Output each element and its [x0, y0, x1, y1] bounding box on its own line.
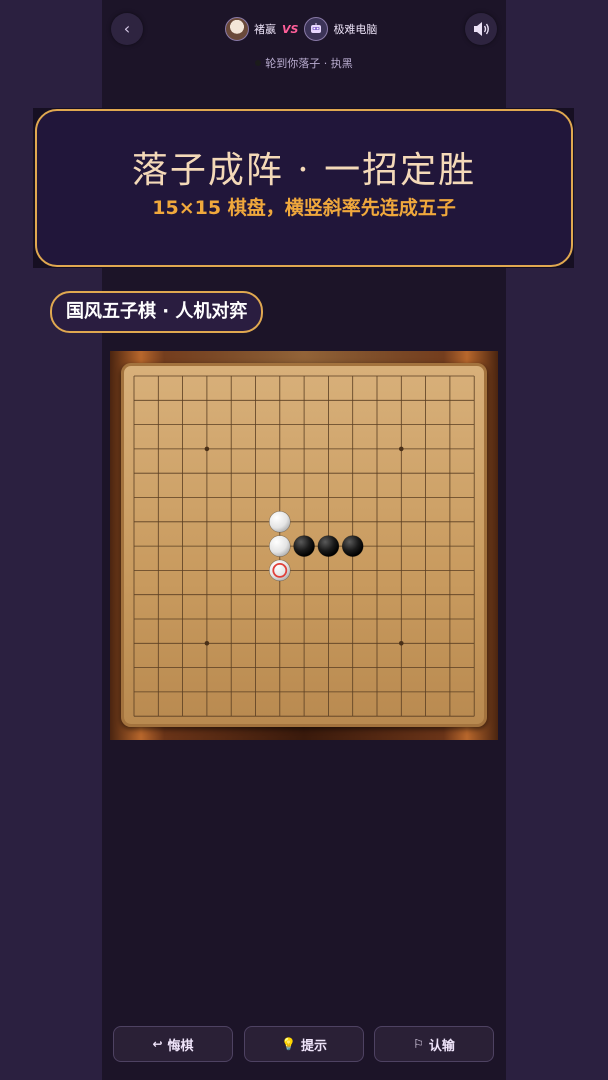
- opponent-name: 极难电脑: [333, 23, 378, 36]
- resign-label: 认输: [428, 1038, 455, 1054]
- star-point: [204, 641, 210, 646]
- star-point: [399, 446, 404, 452]
- robot-avatar: [304, 17, 329, 41]
- flag-icon: ⚐: [413, 1037, 424, 1051]
- turn-text: 轮到你落子 · 执黑: [265, 57, 353, 70]
- white-stone: [269, 511, 291, 533]
- turn-indicator: 轮到你落子 · 执黑: [0, 55, 608, 71]
- undo-icon: ↩: [152, 1037, 163, 1051]
- gomoku-board[interactable]: [121, 363, 487, 727]
- speaker-icon: [474, 22, 489, 36]
- undo-button[interactable]: ↩ 悔棋: [113, 1026, 233, 1062]
- player-name: 褚嬴: [254, 23, 276, 36]
- board-grid: [133, 375, 475, 717]
- white-stone: [269, 535, 291, 557]
- black-stone-icon: [255, 60, 262, 66]
- hint-button[interactable]: 💡 提示: [244, 1026, 364, 1062]
- star-point: [399, 641, 404, 646]
- robot-icon: [311, 23, 322, 33]
- lightbulb-icon: 💡: [281, 1037, 296, 1051]
- game-mode-tag: 国风五子棋 · 人机对弈: [50, 291, 264, 333]
- promo-banner: 落子成阵 · 一招定胜 15×15 棋盘，横竖斜率先连成五子: [35, 109, 573, 267]
- sound-toggle-button[interactable]: [465, 13, 497, 45]
- banner-title: 落子成阵 · 一招定胜: [131, 150, 477, 191]
- player-bar: 褚嬴 VS 极难电脑: [225, 16, 383, 42]
- black-stone: [317, 535, 340, 557]
- hint-label: 提示: [300, 1038, 327, 1054]
- undo-label: 悔棋: [167, 1038, 194, 1054]
- back-button[interactable]: ‹: [111, 13, 143, 45]
- player-avatar: [225, 17, 249, 41]
- chevron-left-icon: ‹: [123, 19, 131, 38]
- vs-label: VS: [282, 22, 299, 36]
- banner-subtitle: 15×15 棋盘，横竖斜率先连成五子: [152, 197, 456, 219]
- black-stone: [293, 535, 315, 557]
- resign-button[interactable]: ⚐ 认输: [374, 1026, 494, 1062]
- black-stone: [341, 535, 364, 557]
- star-point: [204, 446, 210, 452]
